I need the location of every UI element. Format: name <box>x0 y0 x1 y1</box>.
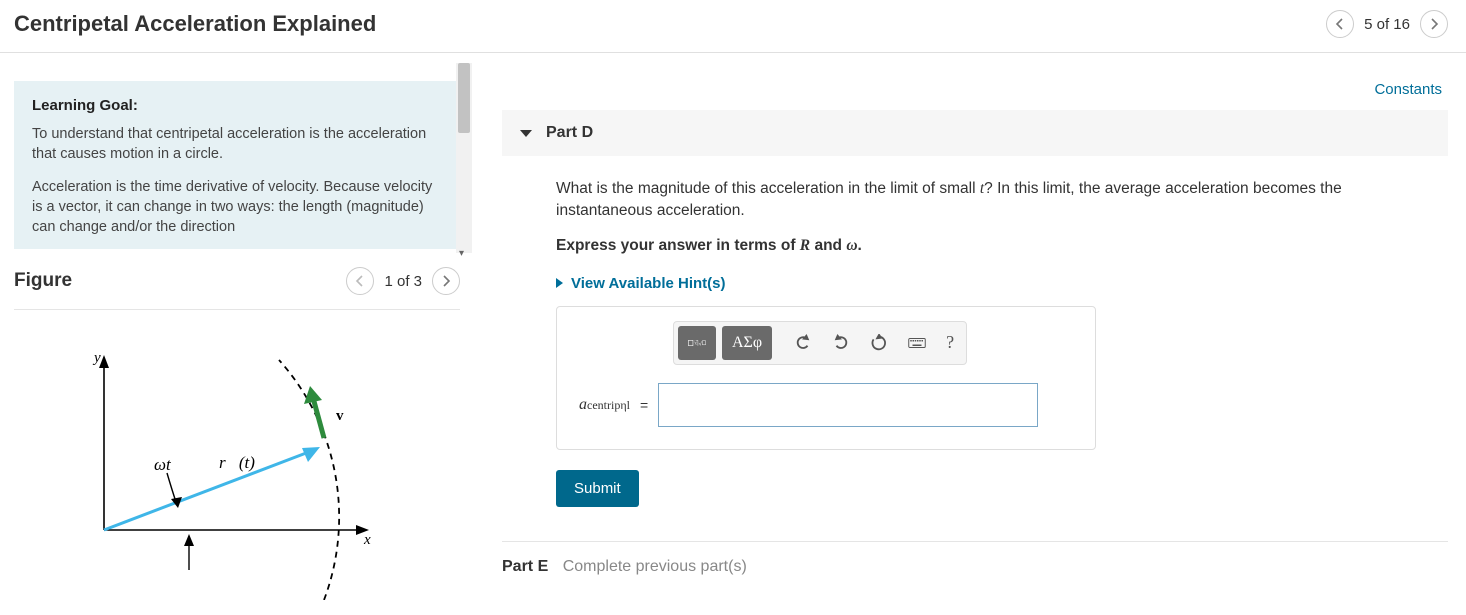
answer-lhs: acentripηl <box>573 396 630 414</box>
reset-button[interactable] <box>862 326 896 360</box>
page-header: Centripetal Acceleration Explained 5 of … <box>0 0 1466 53</box>
instr-end: . <box>858 237 862 254</box>
submit-button[interactable]: Submit <box>556 470 639 507</box>
reset-icon <box>870 334 888 352</box>
diagram-svg: y x r⃗(t) v ωt <box>64 350 374 600</box>
learning-goal-p1: To understand that centripetal accelerat… <box>32 124 442 165</box>
answer-input[interactable] <box>658 383 1038 427</box>
keyboard-icon <box>908 334 926 352</box>
goal-scrollbar[interactable]: ▴ ▾ <box>456 63 472 253</box>
part-d-label: Part D <box>546 124 593 142</box>
top-pager: 5 of 16 <box>1326 10 1448 38</box>
pager-text: 5 of 16 <box>1364 16 1410 33</box>
part-e-label: Part E <box>502 558 548 575</box>
scroll-thumb[interactable] <box>458 63 470 133</box>
instr-mid: and <box>810 237 846 254</box>
v-vector-label: v <box>336 408 344 424</box>
hints-label: View Available Hint(s) <box>571 275 726 292</box>
part-e-message: Complete previous part(s) <box>563 558 747 575</box>
part-e-row: Part E Complete previous part(s) <box>502 541 1448 576</box>
collapse-icon <box>520 130 532 137</box>
question-text: What is the magnitude of this accelerati… <box>556 178 1402 223</box>
next-page-button[interactable] <box>1420 10 1448 38</box>
answer-line: acentripηl = <box>573 383 1079 427</box>
lhs-a: a <box>579 396 587 413</box>
chevron-left-icon <box>1334 18 1346 30</box>
caret-right-icon <box>556 278 563 288</box>
answer-panel: x □ √ ΑΣφ <box>556 306 1096 450</box>
chevron-left-icon <box>354 275 366 287</box>
constants-link-row: Constants <box>502 53 1448 106</box>
equation-toolbar: x □ √ ΑΣφ <box>673 321 967 365</box>
prev-page-button[interactable] <box>1326 10 1354 38</box>
instruction-text: Express your answer in terms of R and ω. <box>556 237 1402 255</box>
lhs-sub: centripηl <box>587 398 630 412</box>
figure-next-button[interactable] <box>432 267 460 295</box>
learning-goal-p2: Acceleration is the time derivative of v… <box>32 177 442 238</box>
redo-button[interactable] <box>824 326 858 360</box>
chevron-right-icon <box>1428 18 1440 30</box>
template-button[interactable]: x □ √ <box>678 326 716 360</box>
instr-var-omega: ω <box>846 237 857 254</box>
redo-icon <box>832 334 850 352</box>
instr-var-r: R <box>800 237 810 254</box>
figure-prev-button[interactable] <box>346 267 374 295</box>
figure-header: Figure 1 of 3 <box>14 267 460 310</box>
learning-goal-heading: Learning Goal: <box>32 97 442 114</box>
figure-diagram: y x r⃗(t) v ωt <box>14 310 460 603</box>
learning-goal-box: Learning Goal: To understand that centri… <box>14 81 460 249</box>
keyboard-button[interactable] <box>900 326 934 360</box>
page-title: Centripetal Acceleration Explained <box>14 11 376 37</box>
r-vector-label: r⃗(t) <box>219 453 255 472</box>
undo-button[interactable] <box>786 326 820 360</box>
omega-t-label: ωt <box>154 455 172 474</box>
axis-x-label: x <box>363 532 371 548</box>
question-prefix: What is the magnitude of this accelerati… <box>556 180 980 197</box>
greek-button[interactable]: ΑΣφ <box>722 326 772 360</box>
view-hints-button[interactable]: View Available Hint(s) <box>556 275 1402 292</box>
figure-title: Figure <box>14 270 72 292</box>
svg-text:√: √ <box>699 340 702 347</box>
template-icon: x □ √ <box>688 334 706 352</box>
figure-pager: 1 of 3 <box>346 267 460 295</box>
svg-text:□: □ <box>694 339 696 343</box>
instr-prefix: Express your answer in terms of <box>556 237 800 254</box>
chevron-right-icon <box>440 275 452 287</box>
part-d-body: What is the magnitude of this accelerati… <box>502 156 1402 507</box>
scroll-down-icon: ▾ <box>459 248 464 259</box>
undo-icon <box>794 334 812 352</box>
axis-y-label: y <box>92 350 101 366</box>
left-column: ▴ ▾ Learning Goal: To understand that ce… <box>0 53 472 613</box>
part-d-header[interactable]: Part D <box>502 110 1448 156</box>
equals-sign: = <box>640 397 648 413</box>
constants-link[interactable]: Constants <box>1374 81 1442 98</box>
figure-pager-text: 1 of 3 <box>384 273 422 290</box>
help-button[interactable]: ? <box>938 326 962 360</box>
right-column: Constants Part D What is the magnitude o… <box>472 53 1466 613</box>
